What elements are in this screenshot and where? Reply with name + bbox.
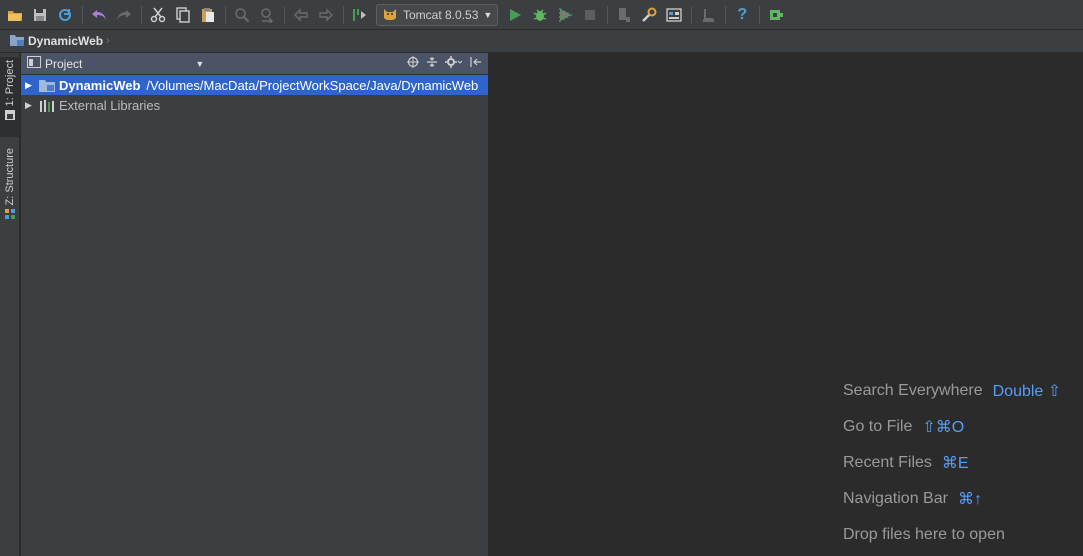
breadcrumb-project[interactable]: DynamicWeb [28,34,103,48]
redo-icon[interactable] [113,4,135,26]
undo-icon[interactable] [88,4,110,26]
hint-label: Navigation Bar [843,490,948,507]
hint-shortcut: ⌘↑ [957,491,982,508]
main-toolbar: Tomcat 8.0.53 ▼ ? [0,0,1083,30]
debug-icon[interactable] [529,4,551,26]
forward-icon[interactable] [315,4,337,26]
hint-shortcut: ⇧⌘O [922,419,965,436]
gear-icon[interactable] [445,56,463,71]
hint-recent-files: Recent Files ⌘E [843,445,1061,481]
sdk-icon[interactable] [697,4,719,26]
find-icon[interactable] [231,4,253,26]
module-folder-icon [39,78,55,92]
external-libraries-label: External Libraries [59,97,161,113]
tree-item-external-libraries[interactable]: ▶ External Libraries [21,95,488,115]
library-icon [39,98,55,112]
editor-hints: Search Everywhere Double ⇧ Go to File ⇧⌘… [843,373,1061,553]
sync-icon[interactable] [54,4,76,26]
tab-project-label: 1: Project [4,60,16,107]
help-label: ? [737,5,748,23]
open-folder-icon[interactable] [4,4,26,26]
plugin-icon[interactable] [765,4,787,26]
tab-structure[interactable]: Z: Structure [0,145,20,225]
hint-shortcut: ⌘E [941,455,969,472]
toolbar-separator [691,5,693,24]
collapse-all-icon[interactable] [426,56,438,71]
expand-arrow-icon[interactable]: ▶ [25,80,39,91]
project-structure-icon[interactable] [663,4,685,26]
project-view-icon [27,56,41,71]
expand-arrow-icon[interactable]: ▶ [25,100,39,111]
scroll-from-source-icon[interactable] [407,56,419,71]
attach-debugger-icon[interactable] [613,4,635,26]
toolbar-separator [82,5,83,24]
project-tab-icon [4,109,16,124]
left-tool-window-bar: 1: Project Z: Structure [0,53,20,556]
run-with-coverage-icon[interactable] [554,4,576,26]
toolbar-separator [725,5,727,24]
hint-go-to-file: Go to File ⇧⌘O [843,409,1061,445]
run-configuration-select[interactable]: Tomcat 8.0.53 ▼ [376,3,499,26]
run-configuration-label: Tomcat 8.0.53 [403,7,479,22]
cut-icon[interactable] [147,4,169,26]
chevron-down-icon: ▼ [483,9,493,20]
panel-tools [407,56,482,71]
hint-label: Drop files here to open [843,526,1005,543]
run-icon[interactable] [504,4,526,26]
help-icon[interactable]: ? [731,4,753,26]
tomcat-icon [382,6,398,23]
settings-icon[interactable] [638,4,660,26]
toolbar-separator [607,5,609,24]
hint-label: Search Everywhere [843,382,983,399]
toolbar-separator [759,5,761,24]
paste-icon[interactable] [197,4,219,26]
tab-structure-label: Z: Structure [4,148,16,206]
save-icon[interactable] [29,4,51,26]
replace-icon[interactable] [256,4,278,26]
hint-navigation-bar: Navigation Bar ⌘↑ [843,481,1061,517]
chevron-right-icon: › [106,35,110,47]
toolbar-separator [225,5,226,24]
toolbar-separator [141,5,142,24]
copy-icon[interactable] [172,4,194,26]
toolbar-separator [343,5,344,24]
project-tool-window: Project ▼ ▶ DynamicWeb /Volumes/MacData/… [21,53,488,556]
hint-drop-files: Drop files here to open [843,517,1061,553]
tree-item-project-root[interactable]: ▶ DynamicWeb /Volumes/MacData/ProjectWor… [21,75,488,95]
chevron-down-icon[interactable]: ▼ [195,59,204,69]
tab-project[interactable]: 1: Project [0,57,20,137]
toolbar-separator [284,5,285,24]
hint-label: Recent Files [843,454,932,471]
build-icon[interactable] [349,4,371,26]
stop-icon[interactable] [579,4,601,26]
hide-panel-icon[interactable] [470,56,482,71]
navigation-bar: DynamicWeb › [0,30,1083,53]
project-panel-header: Project ▼ [21,53,488,75]
hint-label: Go to File [843,418,913,435]
structure-tab-icon [4,208,16,223]
hint-search-everywhere: Search Everywhere Double ⇧ [843,373,1061,409]
project-root-path: /Volumes/MacData/ProjectWorkSpace/Java/D… [146,77,479,93]
project-view-title[interactable]: Project [45,57,82,71]
project-root-name: DynamicWeb [59,77,141,93]
module-folder-icon [10,34,24,49]
back-icon[interactable] [290,4,312,26]
editor-empty-area[interactable]: Search Everywhere Double ⇧ Go to File ⇧⌘… [489,53,1083,556]
hint-shortcut: Double ⇧ [992,383,1062,400]
